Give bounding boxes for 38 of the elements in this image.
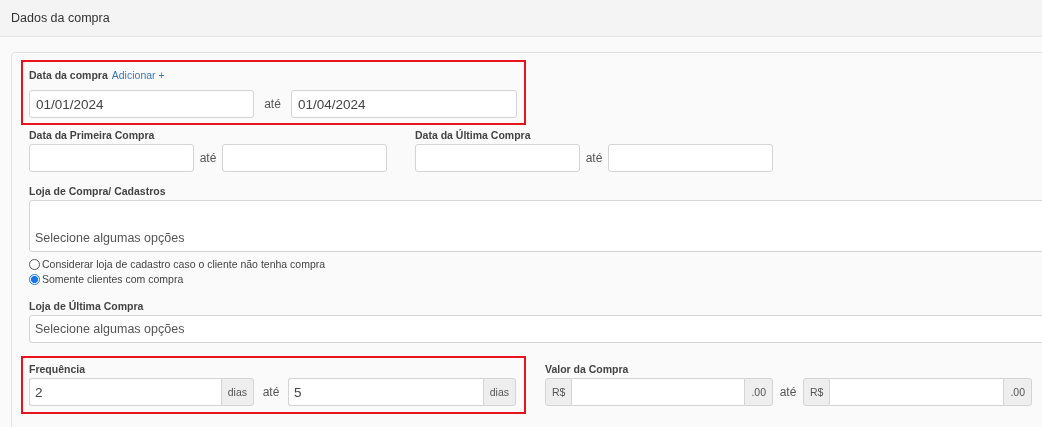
currency-field[interactable] [830,378,1004,406]
multiselect-field[interactable]: Selecione algumas opções [29,200,1042,252]
field-label: Valor da Compra [545,363,630,375]
date-field[interactable]: 01/04/2024 [291,90,517,118]
radio-label: Considerar loja de cadastro caso o cliente não tenha compra [42,258,326,270]
radio-option[interactable]: Considerar loja de cadastro caso o cliente não tenha compra [29,258,1042,270]
number-field[interactable]: 2 [29,378,221,406]
field-label: Loja de Última Compra [29,300,145,312]
add-link[interactable]: Adicionar + [111,69,165,81]
multiselect-field[interactable]: Selecione algumas opções [29,315,1042,343]
field-label: Data da Primeira Compra [29,129,156,141]
date-field[interactable] [222,144,387,172]
date-field[interactable] [608,144,773,172]
currency-field[interactable] [572,378,745,406]
range-separator: até [584,151,604,165]
range-separator: até [261,385,281,399]
unit-addon: dias [220,378,254,406]
field-label: Data da Última Compra [415,129,532,141]
decimal-addon: .00 [1003,378,1032,406]
date-field[interactable] [415,144,580,172]
range-separator: até [263,97,282,111]
date-field[interactable]: 01/01/2024 [29,90,254,118]
currency-addon: R$ [803,378,831,406]
date-field[interactable] [29,144,194,172]
currency-addon: R$ [545,378,573,406]
field-label: Loja de Compra/ Cadastros [29,185,167,197]
range-separator: até [198,151,218,165]
range-separator: até [778,385,798,399]
radio-button[interactable] [29,258,40,270]
field-label: Data da compra [29,69,108,81]
decimal-addon: .00 [744,378,773,406]
unit-addon: dias [482,378,516,406]
radio-button[interactable] [29,273,40,285]
panel-title: Dados da compra [11,11,110,25]
radio-option[interactable]: Somente clientes com compra [29,273,1042,285]
radio-label: Somente clientes com compra [42,273,184,285]
field-label: Frequência [29,363,87,375]
number-field[interactable]: 5 [288,378,483,406]
